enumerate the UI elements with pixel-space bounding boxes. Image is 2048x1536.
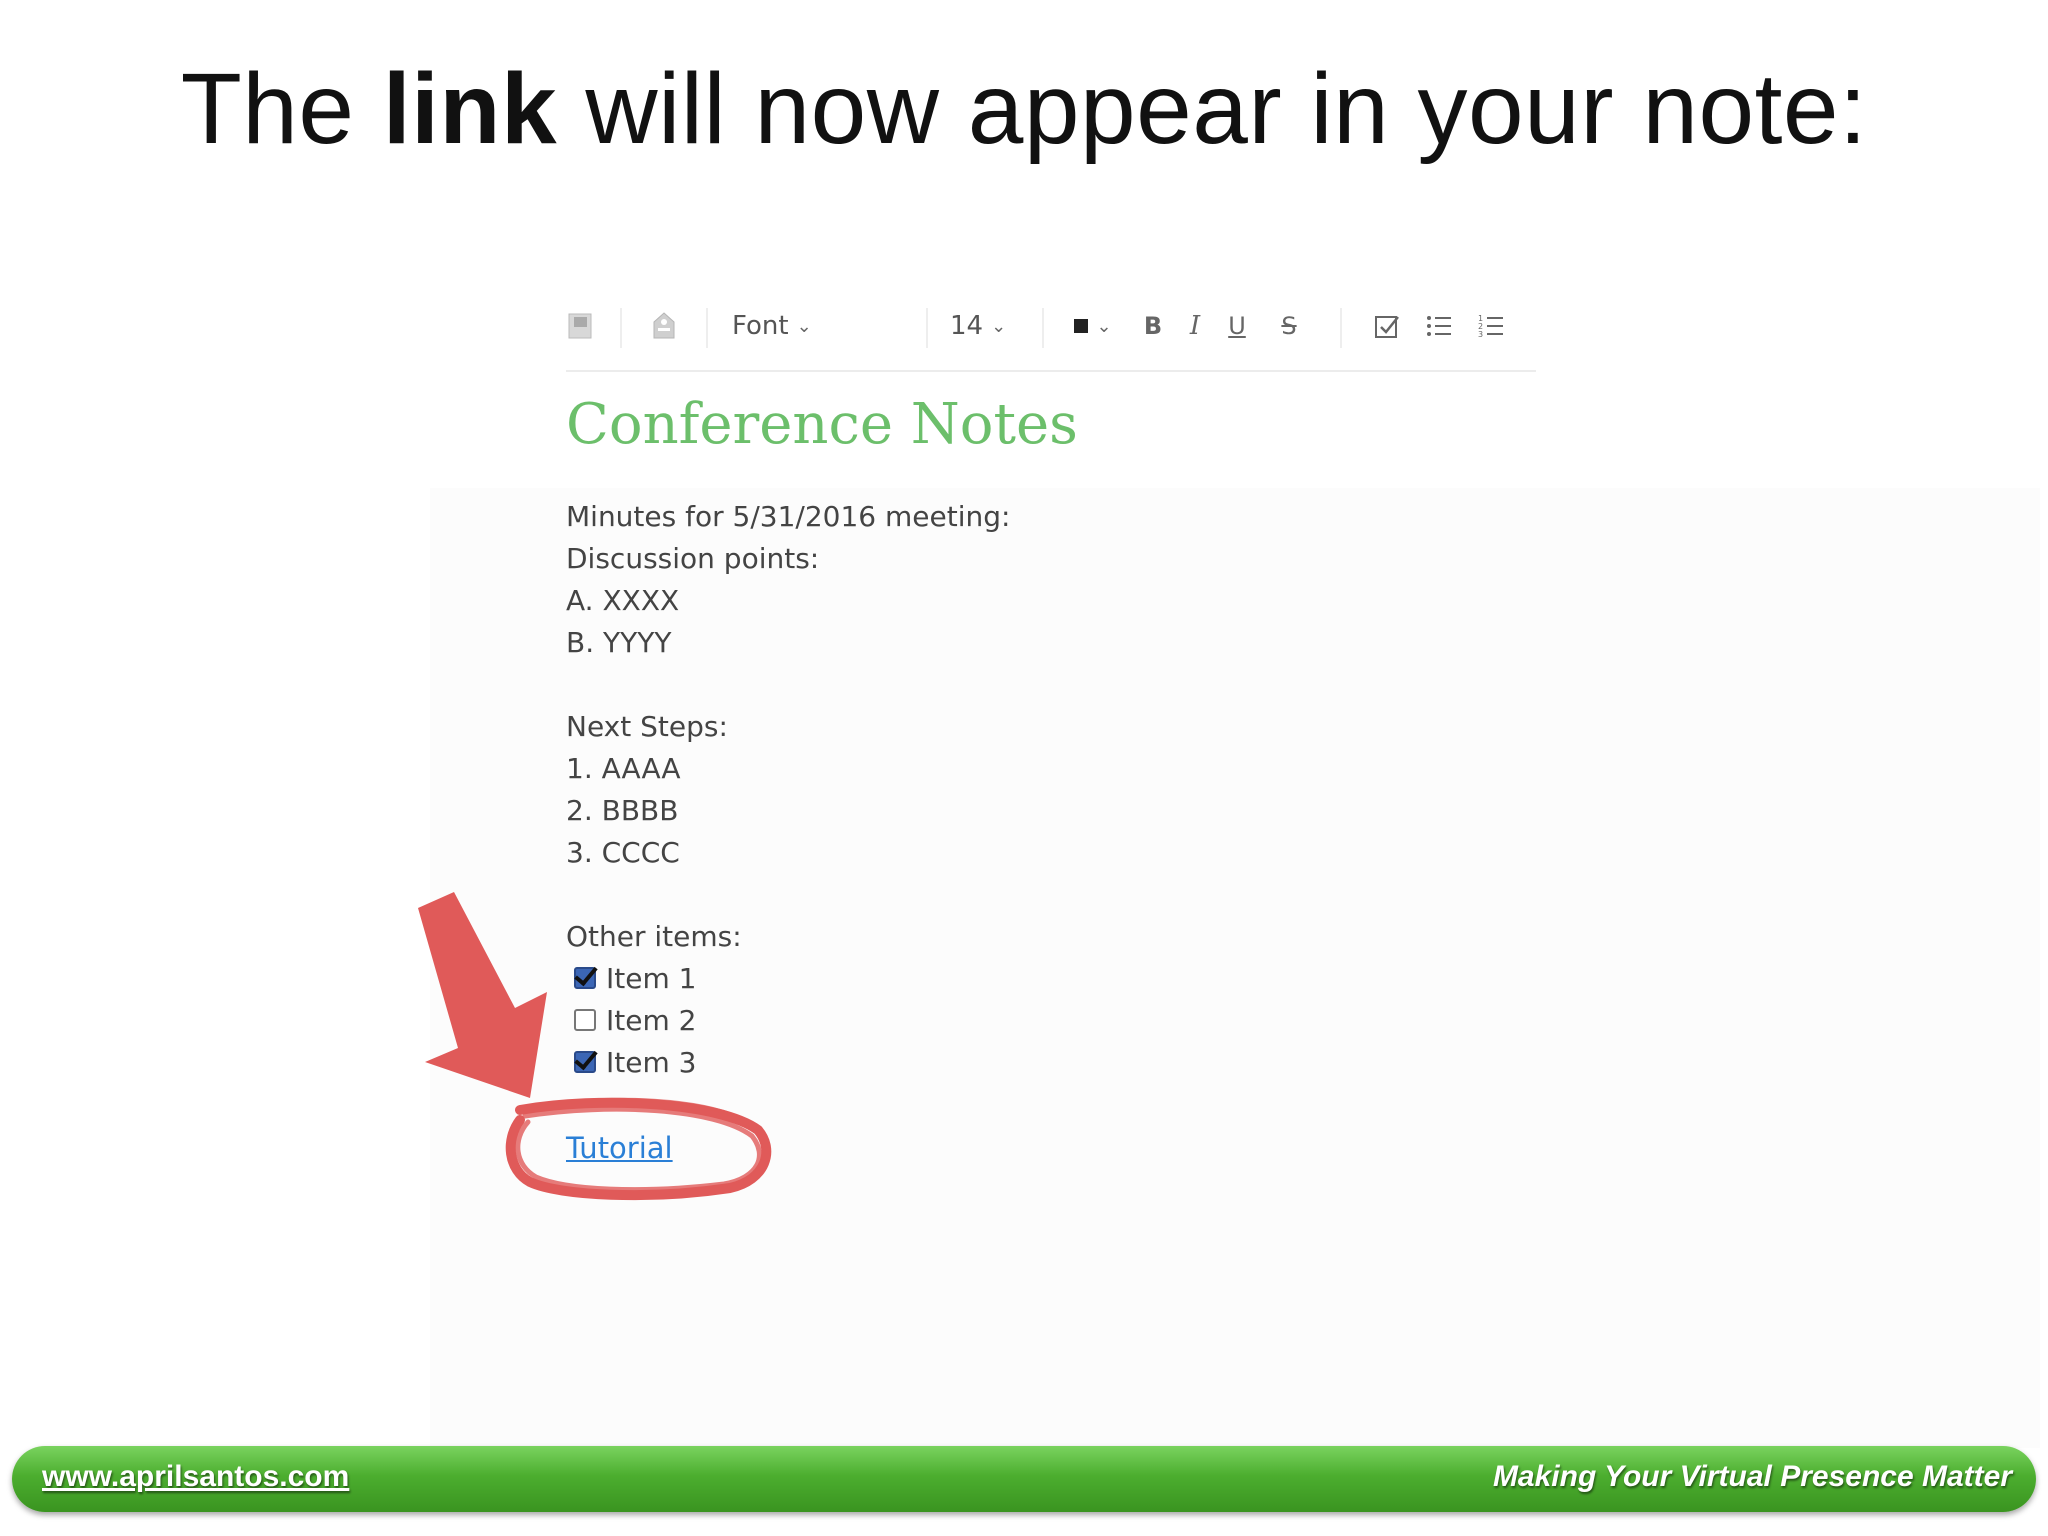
footer-bar: www.aprilsantos.com Making Your Virtual … (12, 1446, 2036, 1512)
checkbox-icon[interactable] (1372, 298, 1402, 354)
font-size-dropdown[interactable]: 14 ⌄ (950, 298, 1020, 354)
italic-label: I (1189, 311, 1201, 341)
slide-title: The link will now appear in your note: (0, 52, 2048, 167)
bold-button[interactable]: B (1138, 298, 1168, 354)
text-color-dropdown[interactable]: ⌄ (1068, 298, 1118, 354)
chevron-down-icon: ⌄ (1096, 315, 1112, 337)
notebook-icon[interactable] (566, 298, 594, 354)
title-text-bold: link (382, 53, 558, 165)
note-line-next-steps[interactable]: Next Steps: (566, 707, 728, 747)
font-dropdown[interactable]: Font ⌄ (732, 298, 832, 354)
toolbar-divider (1340, 308, 1342, 348)
underline-button[interactable]: U (1222, 298, 1252, 354)
note-line-minutes[interactable]: Minutes for 5/31/2016 meeting: (566, 497, 1010, 537)
formatting-toolbar: Font ⌄ 14 ⌄ ⌄ B I U S 123 (566, 298, 1536, 372)
footer-tagline: Making Your Virtual Presence Matter (1492, 1460, 2012, 1493)
font-size-label: 14 (950, 311, 984, 341)
note-line-other-items[interactable]: Other items: (566, 917, 742, 957)
tag-icon[interactable] (650, 298, 678, 354)
note-line-b[interactable]: B. YYYY (566, 623, 671, 663)
footer-website-link[interactable]: www.aprilsantos.com (42, 1460, 349, 1494)
toolbar-divider (1042, 308, 1044, 348)
bold-label: B (1143, 312, 1163, 340)
underline-label: U (1228, 312, 1246, 340)
svg-text:3: 3 (1478, 330, 1483, 339)
checklist-checkbox-2[interactable] (574, 1009, 596, 1031)
checklist-label-2: Item 2 (606, 1004, 697, 1037)
note-title[interactable]: Conference Notes (566, 392, 1078, 457)
toolbar-divider (620, 308, 622, 348)
toolbar-divider (706, 308, 708, 348)
note-line-1[interactable]: 1. AAAA (566, 749, 681, 789)
title-text-pre: The (180, 53, 383, 165)
checklist-label-1: Item 1 (606, 962, 697, 995)
note-line-a[interactable]: A. XXXX (566, 581, 679, 621)
numbered-list-icon[interactable]: 123 (1476, 298, 1506, 354)
color-swatch-icon (1074, 319, 1089, 333)
font-dropdown-label: Font (732, 311, 789, 341)
checklist-checkbox-1[interactable] (574, 967, 596, 989)
strikethrough-label: S (1281, 312, 1297, 340)
strikethrough-button[interactable]: S (1274, 298, 1304, 354)
note-line-3[interactable]: 3. CCCC (566, 833, 680, 873)
note-line-2[interactable]: 2. BBBB (566, 791, 678, 831)
tutorial-link[interactable]: Tutorial (566, 1128, 673, 1168)
chevron-down-icon: ⌄ (796, 315, 812, 337)
checklist-label-3: Item 3 (606, 1046, 697, 1079)
toolbar-divider (926, 308, 928, 348)
chevron-down-icon: ⌄ (991, 315, 1007, 337)
italic-button[interactable]: I (1180, 298, 1210, 354)
bulleted-list-icon[interactable] (1424, 298, 1454, 354)
title-text-post: will now appear in your note: (557, 53, 1868, 165)
note-line-discussion[interactable]: Discussion points: (566, 539, 819, 579)
checklist-checkbox-3[interactable] (574, 1051, 596, 1073)
